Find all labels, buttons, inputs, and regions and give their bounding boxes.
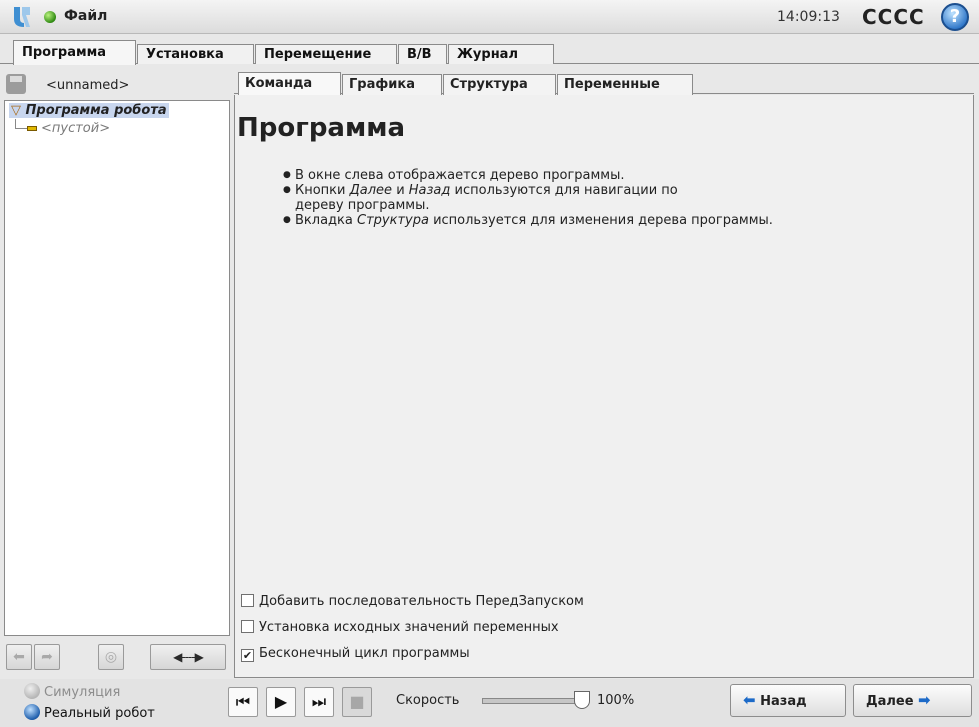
program-file-row: <unnamed> bbox=[4, 70, 230, 98]
tree-controls: ⬅ ➦ ◎ ◀----▶ bbox=[4, 642, 230, 672]
step-icon[interactable]: ⏭ bbox=[304, 687, 334, 717]
status-indicator-icon bbox=[44, 11, 56, 23]
mode-label: Реальный робот bbox=[44, 706, 155, 721]
back-label: Назад bbox=[760, 694, 807, 709]
mode-real-robot[interactable]: Реальный робот bbox=[24, 704, 155, 721]
tree-node-label: <пустой> bbox=[41, 121, 111, 136]
speed-label: Скорость bbox=[396, 693, 460, 708]
mode-simulation[interactable]: Симуляция bbox=[24, 683, 120, 700]
arrow-left-icon: ⬅ bbox=[743, 691, 756, 709]
real-robot-radio-icon[interactable] bbox=[24, 704, 40, 720]
empty-node-icon bbox=[27, 126, 37, 131]
program-tree-panel: <unnamed> ▽ Программа робота <пустой> ⬅ … bbox=[4, 66, 230, 678]
tab-installation[interactable]: Установка bbox=[137, 44, 254, 64]
bullet-item: В окне слева отображается дерево програм… bbox=[283, 168, 883, 183]
next-label: Далее bbox=[866, 694, 914, 709]
bullet-text: Кнопки bbox=[295, 183, 350, 198]
top-bar: Файл 14:09:13 CCCC ? bbox=[0, 0, 979, 34]
expand-toggle-button[interactable]: ◀----▶ bbox=[150, 644, 226, 670]
bottom-bar: Симуляция Реальный робот ⏮ ▶ ⏭ ■ Скорост… bbox=[0, 679, 979, 727]
tab-io[interactable]: В/В bbox=[398, 44, 447, 64]
clock: 14:09:13 bbox=[777, 9, 840, 25]
play-icon[interactable]: ▶ bbox=[266, 687, 296, 717]
tab-structure[interactable]: Структура bbox=[443, 74, 556, 95]
move-up-icon[interactable]: ⬅ bbox=[6, 644, 32, 670]
tab-move[interactable]: Перемещение bbox=[255, 44, 397, 64]
help-bullets: В окне слева отображается дерево програм… bbox=[283, 168, 883, 228]
bullet-text: используется для изменения дерева програ… bbox=[428, 213, 773, 228]
arrow-right-icon: ➡ bbox=[918, 691, 931, 709]
option-init-variables[interactable]: Установка исходных значений переменных bbox=[241, 619, 584, 645]
mode-label: Симуляция bbox=[44, 685, 121, 700]
program-file-name: <unnamed> bbox=[46, 78, 130, 93]
main-tabs: Программа Установка Перемещение В/В Журн… bbox=[0, 38, 979, 65]
tab-variables[interactable]: Переменные bbox=[557, 74, 693, 95]
option-label: Установка исходных значений переменных bbox=[259, 620, 559, 635]
command-panel: Программа В окне слева отображается дере… bbox=[234, 95, 974, 678]
next-button[interactable]: Далее ➡ bbox=[853, 684, 972, 717]
speed-slider-thumb[interactable] bbox=[574, 691, 590, 709]
program-tree[interactable]: ▽ Программа робота <пустой> bbox=[4, 100, 230, 636]
bullet-emphasis: Далее bbox=[349, 183, 393, 198]
help-icon[interactable]: ? bbox=[941, 3, 969, 31]
suppress-icon[interactable]: ◎ bbox=[98, 644, 124, 670]
skip-to-start-icon[interactable]: ⏮ bbox=[228, 687, 258, 717]
option-label: Бесконечный цикл программы bbox=[259, 646, 470, 661]
bullet-text: Вкладка bbox=[295, 213, 357, 228]
bullet-text: дереву программы. bbox=[295, 198, 430, 213]
tree-node-robot-program[interactable]: ▽ Программа робота bbox=[9, 103, 169, 118]
tab-program[interactable]: Программа bbox=[13, 40, 136, 65]
bullet-emphasis: Назад bbox=[408, 183, 451, 198]
program-options: Добавить последовательность ПередЗапуско… bbox=[241, 593, 584, 671]
robot-name: CCCC bbox=[862, 5, 925, 29]
save-icon[interactable] bbox=[6, 74, 26, 94]
tab-command[interactable]: Команда bbox=[238, 72, 341, 95]
option-loop-forever[interactable]: ✔ Бесконечный цикл программы bbox=[241, 645, 584, 671]
bullet-text: и bbox=[392, 183, 409, 198]
tree-connector bbox=[15, 119, 27, 129]
option-before-start[interactable]: Добавить последовательность ПередЗапуско… bbox=[241, 593, 584, 619]
page-title: Программа bbox=[237, 113, 406, 143]
tab-log[interactable]: Журнал bbox=[448, 44, 554, 64]
bullet-text: В окне слева отображается дерево програм… bbox=[295, 168, 625, 183]
bullet-emphasis: Структура bbox=[357, 213, 429, 228]
speed-fill bbox=[483, 699, 581, 703]
back-button[interactable]: ⬅ Назад bbox=[730, 684, 846, 717]
ur-logo-icon bbox=[14, 7, 30, 27]
init-variables-checkbox[interactable] bbox=[241, 620, 254, 633]
loop-forever-checkbox[interactable]: ✔ bbox=[241, 649, 254, 662]
option-label: Добавить последовательность ПередЗапуско… bbox=[259, 594, 584, 609]
file-menu[interactable]: Файл bbox=[64, 8, 107, 24]
tree-node-label: Программа робота bbox=[25, 103, 167, 118]
speed-slider[interactable] bbox=[482, 698, 582, 704]
bullet-item: Вкладка Структура используется для измен… bbox=[283, 213, 883, 228]
tab-graphics[interactable]: Графика bbox=[342, 74, 442, 95]
move-down-icon[interactable]: ➦ bbox=[34, 644, 60, 670]
bullet-text: используются для навигации по bbox=[454, 183, 678, 198]
speed-value: 100% bbox=[597, 693, 635, 708]
sub-tabs: Команда Графика Структура Переменные bbox=[234, 72, 974, 95]
before-start-checkbox[interactable] bbox=[241, 594, 254, 607]
tree-node-empty[interactable]: <пустой> bbox=[27, 121, 110, 136]
simulation-radio-icon[interactable] bbox=[24, 683, 40, 699]
stop-icon[interactable]: ■ bbox=[342, 687, 372, 717]
expand-triangle-icon[interactable]: ▽ bbox=[11, 103, 21, 118]
bullet-item: Кнопки Далее и Назад используются для на… bbox=[283, 183, 883, 213]
